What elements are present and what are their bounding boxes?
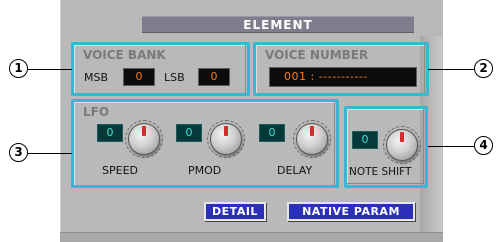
msb-field[interactable]: 0 — [123, 68, 155, 86]
callout-2-leader — [428, 69, 475, 70]
pmod-knob[interactable] — [210, 123, 242, 155]
callout-1: 1 — [9, 59, 28, 78]
native-param-button[interactable]: NATIVE PARAM — [287, 202, 415, 221]
delay-label: DELAY — [277, 164, 313, 177]
speed-knob-indicator — [142, 126, 146, 136]
lfo-label: LFO — [83, 105, 110, 119]
note-shift-knob[interactable] — [386, 129, 418, 161]
note-shift-value[interactable]: 0 — [352, 131, 378, 149]
callout-1-leader — [28, 69, 72, 70]
msb-label: MSB — [84, 71, 109, 84]
voice-bank-label: VOICE BANK — [83, 48, 166, 62]
lsb-label: LSB — [164, 71, 185, 84]
callout-4: 4 — [474, 136, 493, 155]
lsb-field[interactable]: 0 — [198, 68, 230, 86]
panel-bottom-edge — [60, 232, 443, 242]
detail-button[interactable]: DETAIL — [204, 202, 266, 221]
note-shift-label: NOTE SHIFT — [349, 166, 412, 178]
panel-title: ELEMENT — [142, 16, 414, 33]
speed-knob[interactable] — [128, 123, 160, 155]
delay-value[interactable]: 0 — [259, 124, 285, 142]
voice-number-field[interactable]: 001 : ----------- — [269, 67, 417, 87]
callout-4-leader — [428, 146, 475, 147]
speed-label: SPEED — [102, 164, 138, 177]
voice-number-label: VOICE NUMBER — [265, 48, 369, 62]
callout-3: 3 — [9, 143, 28, 162]
delay-knob-indicator — [310, 126, 314, 136]
pmod-value[interactable]: 0 — [176, 124, 202, 142]
delay-knob[interactable] — [296, 123, 328, 155]
callout-2: 2 — [474, 59, 493, 78]
pmod-label: PMOD — [188, 164, 222, 177]
pmod-knob-indicator — [224, 126, 228, 136]
note-shift-knob-indicator — [400, 132, 404, 142]
speed-value[interactable]: 0 — [97, 124, 123, 142]
callout-3-leader — [28, 153, 72, 154]
